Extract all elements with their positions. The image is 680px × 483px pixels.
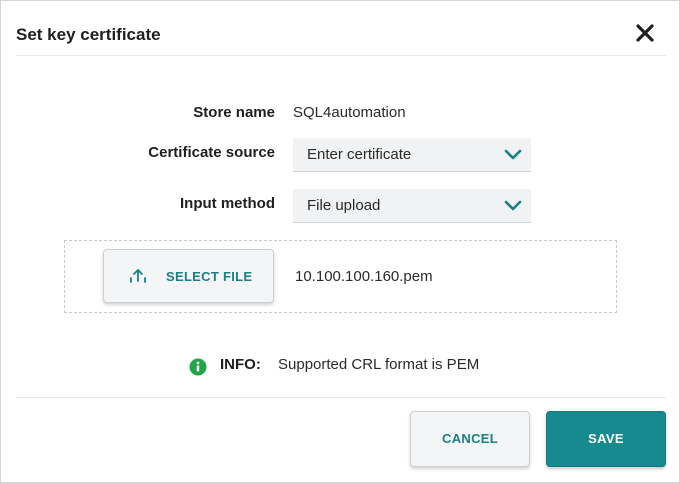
close-icon: [636, 24, 654, 42]
input-method-select[interactable]: File upload: [293, 189, 531, 223]
select-file-label: SELECT FILE: [166, 269, 253, 284]
certificate-source-selected: Enter certificate: [307, 146, 412, 163]
certificate-source-label: Certificate source: [148, 144, 275, 161]
set-key-certificate-dialog: Set key certificate Store name SQL4autom…: [0, 0, 680, 483]
cancel-button[interactable]: CANCEL: [410, 411, 530, 467]
store-name-label: Store name: [193, 104, 275, 121]
chevron-down-icon: [504, 149, 522, 160]
chevron-down-icon: [504, 200, 522, 211]
save-button[interactable]: SAVE: [546, 411, 666, 467]
selected-file-name: 10.100.100.160.pem: [295, 268, 433, 285]
footer-divider: [16, 397, 666, 398]
dialog-title: Set key certificate: [16, 25, 161, 44]
certificate-source-select[interactable]: Enter certificate: [293, 138, 531, 172]
input-method-label: Input method: [180, 195, 275, 212]
store-name-value: SQL4automation: [293, 104, 406, 121]
input-method-selected: File upload: [307, 197, 381, 214]
info-message: Supported CRL format is PEM: [278, 356, 480, 373]
close-button[interactable]: [631, 19, 659, 47]
info-icon: [189, 358, 207, 376]
info-label: INFO:: [220, 356, 261, 373]
header-divider: [16, 55, 666, 56]
dialog-header: Set key certificate: [1, 1, 679, 55]
select-file-button[interactable]: SELECT FILE: [103, 249, 274, 303]
upload-icon: [130, 269, 146, 283]
